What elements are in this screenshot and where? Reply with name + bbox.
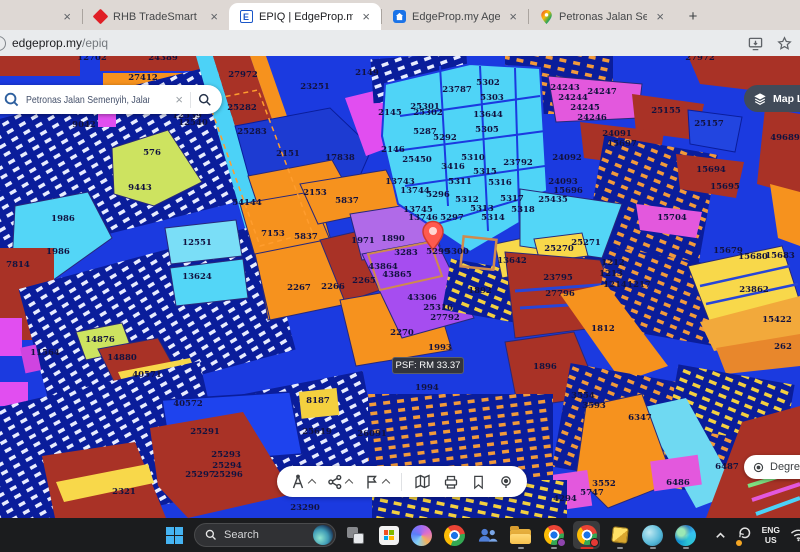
chevron-up-icon[interactable] bbox=[382, 478, 390, 486]
task-view-icon bbox=[347, 527, 364, 544]
tab-title: EdgeProp.my Agent Portal bbox=[412, 11, 500, 23]
start-button[interactable] bbox=[161, 521, 188, 549]
map-search-input[interactable]: Petronas Jalan Semenyih, Jalan Se… × bbox=[0, 85, 222, 114]
search-clear-icon[interactable]: × bbox=[175, 92, 183, 107]
tab-close-icon[interactable]: × bbox=[60, 9, 74, 24]
edge-icon bbox=[675, 525, 696, 546]
site-info-icon[interactable] bbox=[0, 36, 6, 51]
character-app-icon bbox=[642, 525, 663, 546]
tab-title: EPIQ | EdgeProp.my bbox=[259, 11, 353, 23]
cube-app-button[interactable] bbox=[606, 521, 633, 549]
search-icon bbox=[205, 529, 217, 541]
print-icon[interactable] bbox=[443, 474, 459, 490]
share-icon bbox=[327, 474, 343, 490]
flag-icon bbox=[364, 474, 380, 490]
degrees-button[interactable]: Degrees bbox=[744, 455, 800, 479]
tab-epiq-edgeprop[interactable]: E EPIQ | EdgeProp.my × bbox=[229, 3, 381, 30]
character-app-button[interactable] bbox=[639, 521, 666, 549]
copilot-button[interactable] bbox=[408, 521, 435, 549]
chrome-profile-2-button[interactable] bbox=[540, 521, 567, 549]
psf-tooltip: PSF: RM 33.37 bbox=[392, 357, 464, 374]
search-divider bbox=[190, 92, 191, 108]
tab-agent-portal[interactable]: EdgeProp.my Agent Portal × bbox=[382, 3, 528, 30]
profile-badge bbox=[557, 538, 566, 547]
copilot-icon bbox=[411, 525, 432, 546]
toolbar-divider bbox=[401, 473, 402, 491]
wifi-icon[interactable] bbox=[790, 528, 800, 542]
tray-sync-icon[interactable] bbox=[737, 525, 752, 545]
tab-rhb-tradesmart[interactable]: RHB TradeSmart × bbox=[83, 3, 229, 30]
map-toolbar bbox=[277, 466, 527, 497]
tab-close-icon[interactable]: × bbox=[207, 9, 221, 24]
taskbar-search[interactable]: Search bbox=[194, 523, 336, 547]
url-path: /epiq bbox=[82, 36, 108, 50]
tab-title: Petronas Jalan Semenyih - Goo bbox=[559, 11, 647, 23]
profile-badge bbox=[590, 538, 599, 547]
parcel-map-graphic bbox=[0, 56, 800, 518]
chevron-up-icon[interactable] bbox=[345, 478, 353, 486]
tab-close-icon[interactable]: × bbox=[506, 9, 520, 24]
tab-petronas-maps[interactable]: Petronas Jalan Semenyih - Goo × bbox=[529, 3, 675, 30]
notification-dot bbox=[736, 540, 742, 546]
chrome-icon bbox=[444, 525, 465, 546]
search-logo-icon bbox=[4, 92, 19, 107]
tab-close-icon[interactable]: × bbox=[653, 9, 667, 24]
address-bar[interactable]: edgeprop.my/epiq bbox=[0, 30, 800, 56]
file-explorer-button[interactable] bbox=[507, 521, 534, 549]
rhb-favicon bbox=[93, 10, 107, 24]
bookmark-star-icon[interactable] bbox=[777, 36, 792, 51]
share-tool-button[interactable] bbox=[327, 474, 352, 490]
chevron-up-icon[interactable] bbox=[308, 478, 316, 486]
degrees-compass-icon bbox=[752, 461, 765, 474]
tab-close-icon[interactable]: × bbox=[359, 9, 373, 24]
map-canvas[interactable]: 2438912702274122797225282252831253912540… bbox=[0, 56, 800, 518]
store-icon bbox=[379, 526, 399, 545]
flag-tool-button[interactable] bbox=[364, 474, 389, 490]
tray-chevron-up-icon[interactable] bbox=[714, 529, 727, 542]
epiq-favicon: E bbox=[239, 10, 253, 24]
search-highlight-image bbox=[313, 525, 333, 545]
language-indicator[interactable]: ENG US bbox=[762, 525, 780, 545]
map-layers-label: Map La bbox=[773, 93, 800, 105]
new-tab-button[interactable]: + bbox=[681, 4, 705, 28]
taskbar-search-label: Search bbox=[224, 529, 306, 541]
map-layers-button[interactable]: Map La bbox=[744, 85, 800, 112]
locate-icon[interactable] bbox=[498, 474, 514, 490]
microsoft-store-button[interactable] bbox=[375, 521, 402, 549]
search-submit-icon[interactable] bbox=[198, 93, 212, 107]
people-app-button[interactable] bbox=[474, 521, 501, 549]
search-query-text: Petronas Jalan Semenyih, Jalan Se… bbox=[26, 94, 150, 106]
edge-button[interactable] bbox=[672, 521, 699, 549]
legend-map-icon[interactable] bbox=[414, 474, 431, 490]
bookmark-icon[interactable] bbox=[471, 474, 486, 490]
cube-app-icon bbox=[611, 526, 629, 544]
measure-compass-icon bbox=[290, 474, 306, 490]
tab-partial[interactable]: × bbox=[0, 3, 82, 30]
url-host: edgeprop.my bbox=[12, 36, 82, 50]
task-view-button[interactable] bbox=[342, 521, 369, 549]
browser-tab-strip: × RHB TradeSmart × E EPIQ | EdgeProp.my … bbox=[0, 0, 800, 30]
google-maps-favicon bbox=[539, 10, 553, 24]
tab-title: RHB TradeSmart bbox=[113, 11, 201, 23]
windows-logo-icon bbox=[166, 527, 183, 544]
windows-taskbar: Search ENG US bbox=[0, 518, 800, 552]
chrome-active-window-button[interactable] bbox=[573, 521, 600, 549]
people-icon bbox=[477, 526, 498, 544]
layers-icon bbox=[753, 92, 767, 106]
chrome-button[interactable] bbox=[441, 521, 468, 549]
folder-icon bbox=[510, 529, 531, 544]
agent-portal-favicon bbox=[392, 10, 406, 24]
measure-tool-button[interactable] bbox=[290, 474, 315, 490]
degrees-label: Degrees bbox=[770, 461, 800, 473]
send-to-device-icon[interactable] bbox=[748, 36, 763, 51]
